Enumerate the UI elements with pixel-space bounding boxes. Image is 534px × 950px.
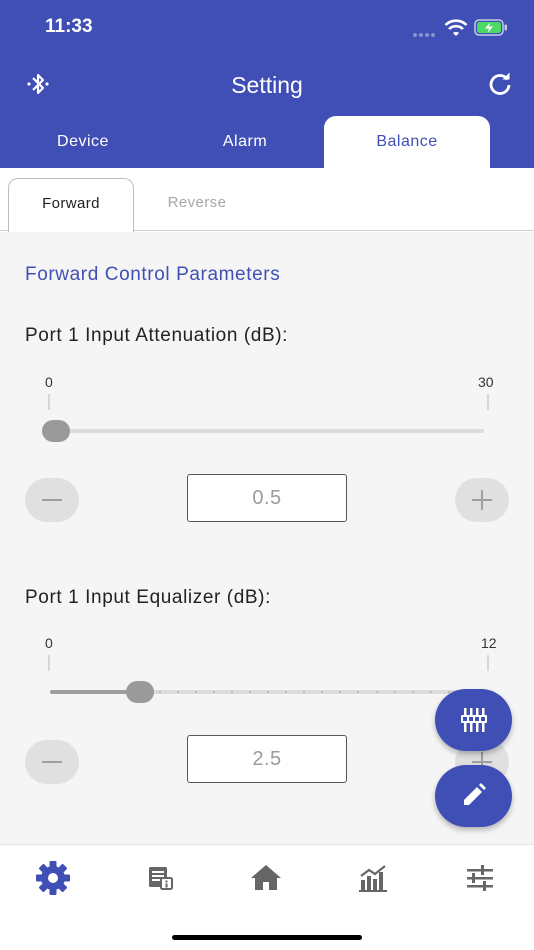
battery-icon (474, 19, 507, 36)
tab-balance[interactable]: Balance (324, 116, 490, 168)
attenuation-label: Port 1 Input Attenuation (dB): (25, 325, 289, 346)
slider-step-dot (321, 691, 323, 693)
tab-alarm[interactable]: Alarm (164, 116, 326, 168)
direction-tabs: Forward Reverse (0, 168, 534, 232)
attenuation-min-tick (48, 394, 50, 410)
slider-step-dot (412, 691, 414, 693)
status-time: 11:33 (45, 16, 93, 37)
section-title: Forward Control Parameters (25, 264, 281, 285)
equalizer-max-label: 12 (481, 635, 497, 651)
slider-step-dot (357, 691, 359, 693)
device-info-icon[interactable] (140, 861, 180, 895)
equalizer-settings-icon (461, 708, 487, 732)
attenuation-slider-thumb[interactable] (42, 420, 70, 442)
page-title: Setting (231, 72, 303, 98)
equalizer-decrease-button[interactable] (25, 740, 79, 784)
attenuation-min-label: 0 (45, 374, 53, 390)
home-indicator (172, 935, 362, 940)
minus-icon (42, 499, 62, 501)
home-icon[interactable] (246, 861, 286, 895)
signal-icon (413, 24, 439, 37)
equalizer-min-tick (48, 655, 50, 671)
slider-step-dot (430, 691, 432, 693)
slider-step-dot (86, 691, 88, 693)
slider-step-dot (394, 691, 396, 693)
app-header: 11:33 Setting Device Alarm Balance (0, 0, 534, 168)
refresh-icon[interactable] (486, 70, 514, 98)
slider-step-dot (122, 691, 124, 693)
slider-step-dot (159, 691, 161, 693)
gear-icon[interactable] (33, 861, 73, 895)
equalizer-value-field[interactable]: 2.5 (187, 735, 347, 783)
slider-step-dot (249, 691, 251, 693)
attenuation-slider-track[interactable] (50, 429, 484, 433)
subtab-reverse[interactable]: Reverse (134, 178, 260, 231)
attenuation-max-tick (487, 394, 489, 410)
slider-step-dot (339, 691, 341, 693)
slider-step-dot (104, 691, 106, 693)
equalizer-min-label: 0 (45, 635, 53, 651)
slider-step-dot (68, 691, 70, 693)
slider-step-dot (285, 691, 287, 693)
equalizer-settings-fab[interactable] (435, 689, 512, 751)
tab-device[interactable]: Device (2, 116, 164, 168)
slider-step-dot (213, 691, 215, 693)
slider-step-dot (177, 691, 179, 693)
slider-step-dot (267, 691, 269, 693)
attenuation-decrease-button[interactable] (25, 478, 79, 522)
equalizer-label: Port 1 Input Equalizer (dB): (25, 587, 271, 608)
slider-step-dot (376, 691, 378, 693)
pencil-edit-icon (464, 783, 486, 805)
slider-step-dot (195, 691, 197, 693)
attenuation-increase-button[interactable] (455, 478, 509, 522)
subtab-forward[interactable]: Forward (8, 178, 134, 232)
slider-step-dot (303, 691, 305, 693)
slider-step-dot (231, 691, 233, 693)
equalizer-max-tick (487, 655, 489, 671)
wifi-icon (444, 19, 468, 36)
attenuation-value-field[interactable]: 0.5 (187, 474, 347, 522)
equalizer-slider-thumb[interactable] (126, 681, 154, 703)
chart-icon[interactable] (353, 861, 393, 895)
minus-icon (42, 761, 62, 763)
attenuation-max-label: 30 (478, 374, 494, 390)
edit-fab[interactable] (435, 765, 512, 827)
sliders-icon[interactable] (460, 861, 500, 895)
main-tabs: Device Alarm Balance (0, 116, 534, 168)
